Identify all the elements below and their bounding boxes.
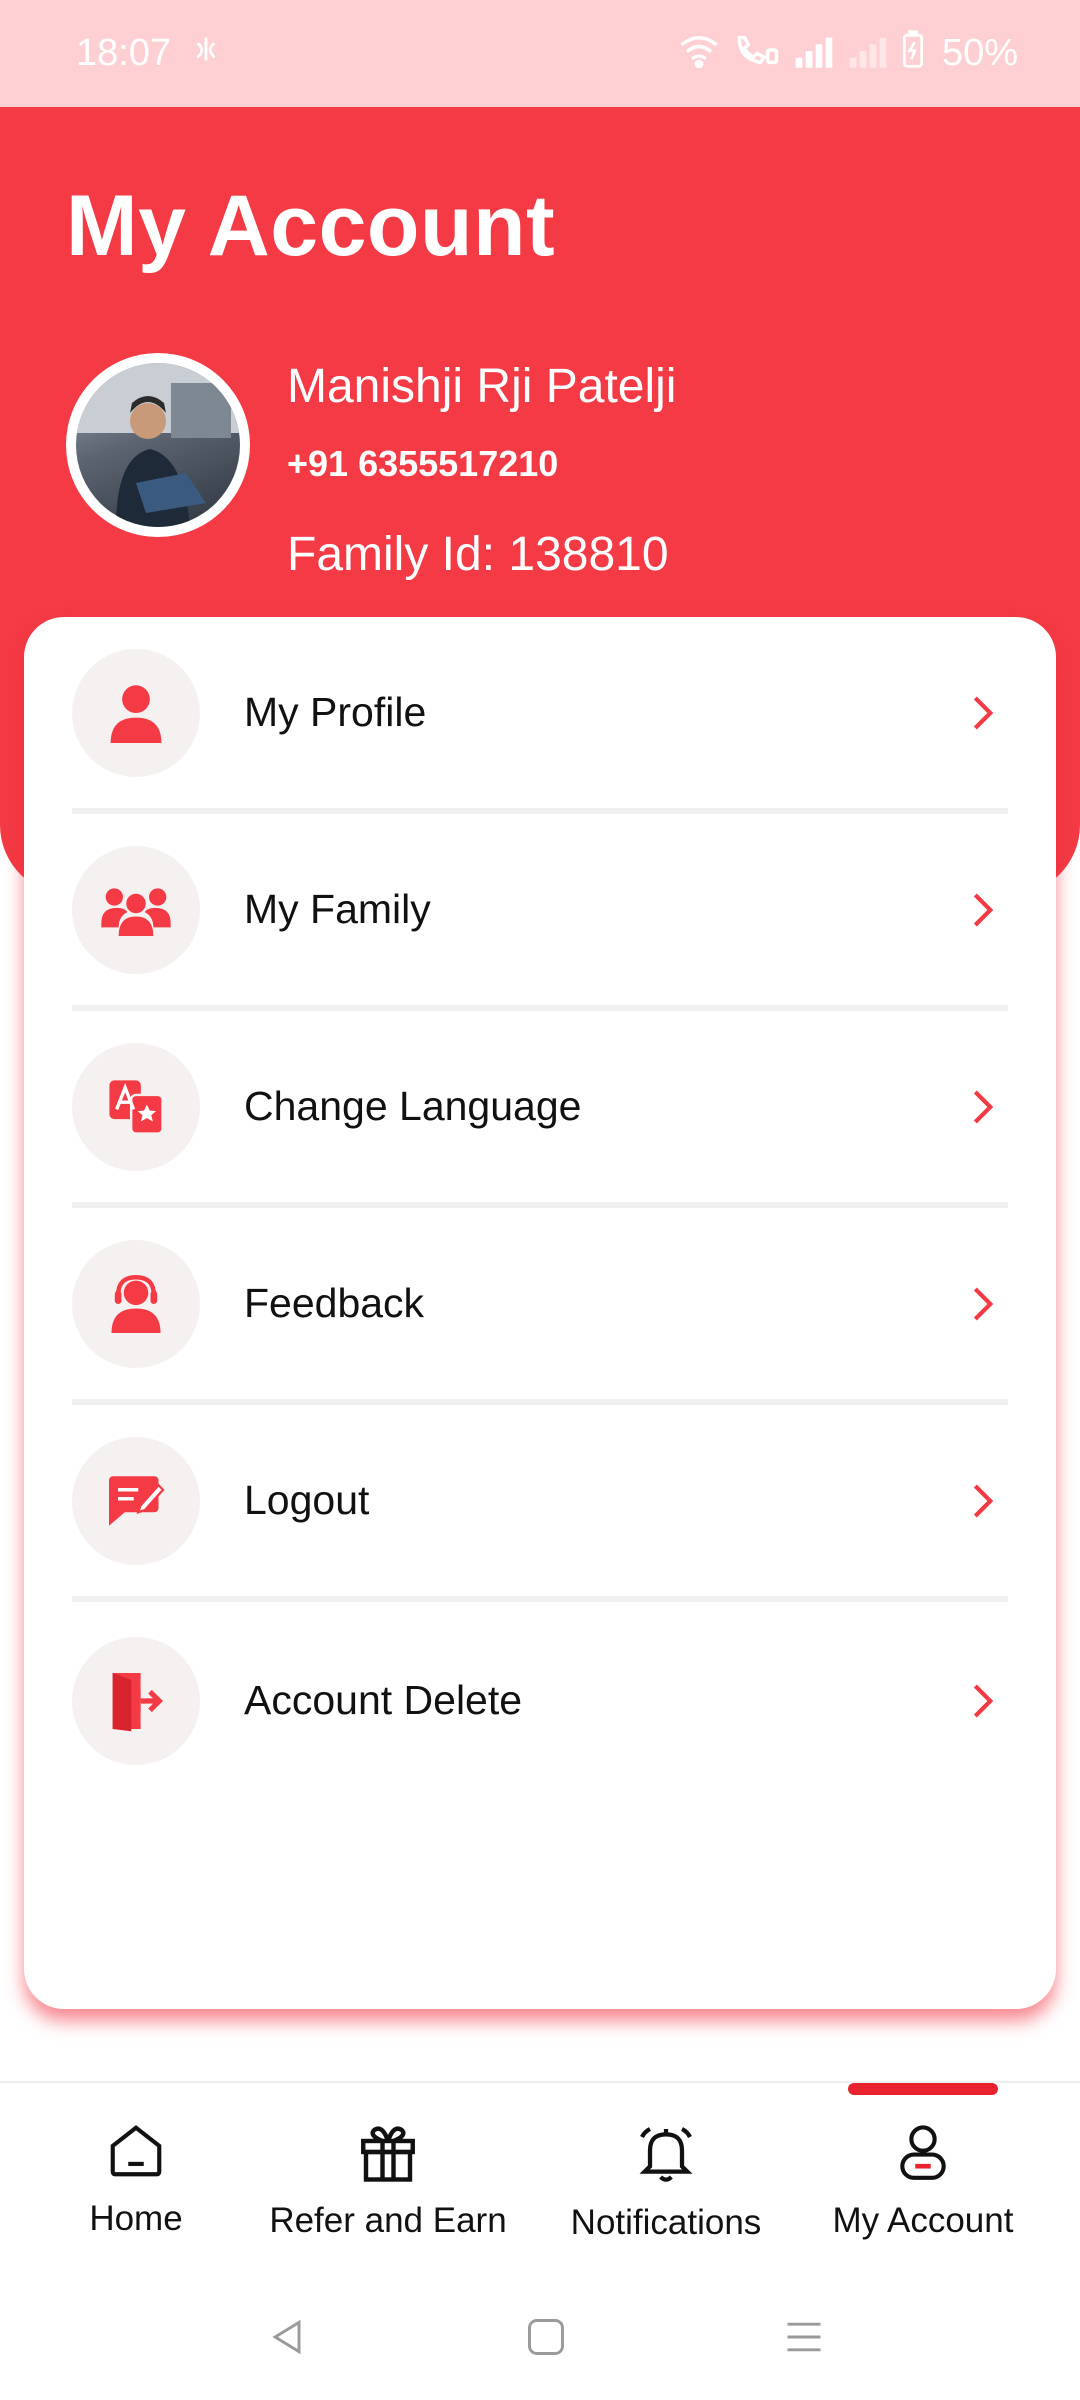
- menu-label: My Family: [244, 886, 431, 932]
- nav-home[interactable]: Home: [56, 2119, 216, 2239]
- chevron-right-icon: [973, 696, 994, 729]
- chevron-right-icon: [973, 1090, 994, 1123]
- support-agent-icon: [72, 1239, 200, 1368]
- user-name: Manishji Rji Patelji: [287, 360, 677, 413]
- page-title: My Account: [66, 178, 556, 274]
- menu-item-change-language[interactable]: Change Language: [72, 1011, 1008, 1208]
- home-square-icon[interactable]: [524, 2315, 568, 2359]
- chevron-right-icon: [973, 1484, 994, 1517]
- battery-icon: [902, 29, 924, 78]
- app-notification-icon: [189, 32, 223, 76]
- home-icon: [110, 2125, 162, 2177]
- menu-item-feedback[interactable]: Feedback: [72, 1208, 1008, 1405]
- status-time: 18:07: [76, 32, 172, 74]
- battery-level: 50%: [941, 32, 1018, 74]
- user-phone: +91 6355517210: [287, 443, 559, 484]
- menu-label: Change Language: [244, 1083, 582, 1129]
- menu-label: My Profile: [244, 689, 427, 735]
- wifi-icon: [678, 32, 720, 78]
- nav-label: Notifications: [570, 2203, 762, 2242]
- menu-item-logout[interactable]: Logout: [72, 1405, 1008, 1602]
- chevron-right-icon: [973, 1287, 994, 1320]
- menu-label: Logout: [244, 1477, 370, 1523]
- status-right: 50%: [678, 29, 1018, 78]
- menu-item-my-profile[interactable]: My Profile: [72, 617, 1008, 814]
- signal-off-icon: [848, 34, 888, 78]
- user-icon: [72, 648, 200, 777]
- family-icon: [72, 845, 200, 974]
- chevron-right-icon: [973, 1684, 994, 1717]
- system-navigation-bar: [0, 2281, 1080, 2400]
- message-edit-icon: [72, 1436, 200, 1565]
- active-tab-indicator: [848, 2083, 998, 2095]
- profile-photo: [76, 363, 240, 527]
- menu-label: Feedback: [244, 1280, 425, 1326]
- nav-refer-and-earn[interactable]: Refer and Earn: [258, 2119, 518, 2241]
- wifi-calling-icon: [734, 32, 780, 78]
- menu-label: Account Delete: [244, 1677, 523, 1723]
- bell-icon: [639, 2127, 693, 2182]
- back-icon[interactable]: [266, 2315, 310, 2359]
- status-left: 18:07: [76, 32, 223, 76]
- account-menu-card: My Profile My Family Change Language Fee…: [24, 617, 1056, 2009]
- nav-notifications[interactable]: Notifications: [556, 2119, 776, 2243]
- menu-item-my-family[interactable]: My Family: [72, 814, 1008, 1011]
- chevron-right-icon: [973, 893, 994, 926]
- bottom-navigation: Home Refer and Earn Notifications My Acc…: [0, 2081, 1080, 2281]
- translate-icon: [72, 1042, 200, 1171]
- recents-menu-icon[interactable]: [782, 2315, 826, 2359]
- gift-icon: [361, 2126, 415, 2182]
- nav-label: Refer and Earn: [269, 2201, 507, 2240]
- door-exit-icon: [72, 1636, 200, 1765]
- account-icon: [900, 2125, 946, 2180]
- avatar[interactable]: [66, 353, 250, 537]
- signal-icon: [794, 34, 834, 78]
- nav-label: My Account: [832, 2201, 1014, 2240]
- menu-item-account-delete[interactable]: Account Delete: [72, 1602, 1008, 1799]
- nav-label: Home: [89, 2199, 183, 2238]
- nav-my-account[interactable]: My Account: [818, 2119, 1028, 2241]
- status-bar: 18:07 50%: [0, 0, 1080, 107]
- family-id: Family Id: 138810: [287, 528, 669, 581]
